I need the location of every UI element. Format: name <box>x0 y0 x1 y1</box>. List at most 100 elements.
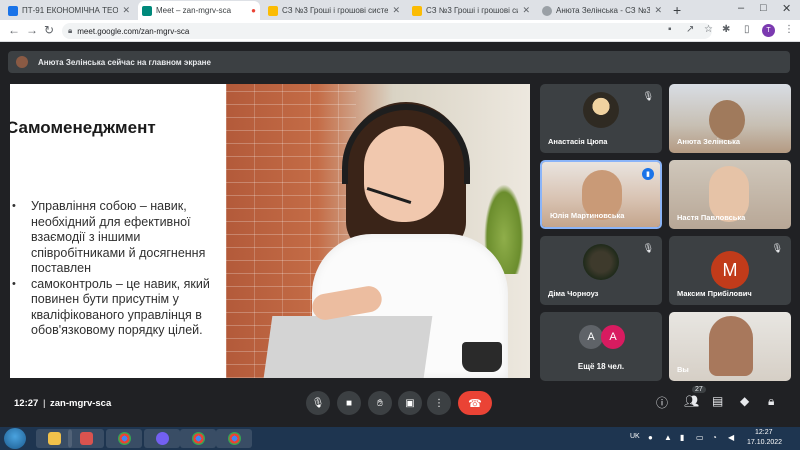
slides-favicon-icon <box>268 5 278 16</box>
participant-tile[interactable]: Настя Павловська <box>669 160 791 229</box>
network-icon[interactable]: ▮ <box>680 433 684 442</box>
meeting-divider: | <box>43 398 46 409</box>
battery-icon[interactable]: ▭ <box>696 433 704 442</box>
meeting-details-icon[interactable]: ⓘ <box>656 394 668 411</box>
profile-avatar[interactable]: T <box>762 24 775 37</box>
tray-app-icon[interactable]: ● <box>648 433 653 442</box>
taskbar-item[interactable] <box>106 429 142 448</box>
browser-toolbar: ← → ↻ 🔒︎ meet.google.com/zan-mgrv-sca ▪ … <box>0 20 800 42</box>
clock-date[interactable]: 17.10.2022 <box>747 439 782 446</box>
presented-slide: Самоменеджмент Управління собою – навик,… <box>10 84 530 378</box>
end-call-button[interactable]: ☎︎ <box>458 391 492 415</box>
participant-name: Діма Чорноуз <box>548 289 599 298</box>
participant-tile[interactable]: M 🎙︎ Максим Прибілович <box>669 236 791 305</box>
side-panel-icon[interactable]: ▯ <box>744 24 750 35</box>
chrome-icon <box>191 432 205 445</box>
close-icon[interactable]: ✕ <box>522 5 530 16</box>
forward-arrow-icon[interactable]: → <box>26 23 38 37</box>
headset <box>342 104 470 184</box>
taskbar-item[interactable] <box>180 429 216 448</box>
close-window-icon[interactable]: ✕ <box>782 2 791 15</box>
people-icon[interactable]: 👥︎ <box>684 394 699 408</box>
kebab-menu-icon[interactable]: ⋮ <box>784 24 794 35</box>
avatar: A <box>601 325 625 349</box>
participant-tile[interactable]: 🎙︎ Анастасія Цюпа <box>540 84 662 153</box>
maximize-icon[interactable]: □ <box>760 2 767 14</box>
show-hidden-icons-icon[interactable]: ▲ <box>664 433 672 442</box>
mic-off-icon: 🎙︎ <box>642 91 654 101</box>
more-options-button[interactable]: ⋮ <box>427 391 451 415</box>
start-button[interactable] <box>4 428 26 449</box>
taskbar-item[interactable] <box>36 429 72 448</box>
volume-icon[interactable]: ◀ <box>728 433 734 442</box>
slide-bullet: самоконтроль – це навик, який повинен бу… <box>10 277 224 339</box>
participant-name: Настя Павловська <box>677 213 746 222</box>
back-arrow-icon[interactable]: ← <box>8 23 20 37</box>
browser-tab[interactable]: ПТ-91 ЕКОНОМІЧНА ТЕОРІЯ ✕ <box>4 1 134 20</box>
windows-taskbar: UK ● ▲ ▮ ▭ ◔ ◀ 12:27 17.10.2022 <box>0 427 800 450</box>
mic-toggle-button[interactable]: 🎙︎ <box>306 391 330 415</box>
chrome-icon <box>227 432 241 445</box>
meeting-code: zan-mgrv-sca <box>50 398 112 409</box>
taskbar-item[interactable] <box>144 429 180 448</box>
close-icon[interactable]: ✕ <box>654 5 662 16</box>
reload-icon[interactable]: ↻ <box>44 23 54 37</box>
avatar: A <box>579 325 603 349</box>
self-view-tile[interactable]: Вы <box>669 312 791 381</box>
chrome-icon <box>117 432 131 445</box>
new-tab-icon[interactable]: + <box>673 2 681 18</box>
presenting-text: Анюта Зелінська сейчас на главном экране <box>38 57 211 67</box>
lock-icon: 🔒︎ <box>68 26 73 35</box>
tab-title: Meet – zan-mgrv-sca <box>156 6 232 15</box>
address-bar[interactable]: 🔒︎ meet.google.com/zan-mgrv-sca <box>62 23 712 39</box>
participant-photo <box>709 100 745 140</box>
viber-icon <box>155 432 169 445</box>
tab-title: Анюта Зелінська - СЗ №3 Ре <box>556 6 651 15</box>
camera-toggle-button[interactable]: ■ <box>337 391 361 415</box>
avatar: M <box>711 251 749 289</box>
wifi-icon[interactable]: ◔ <box>712 433 717 442</box>
share-icon[interactable]: ↗ <box>686 24 694 35</box>
present-screen-button[interactable]: ▣ <box>398 391 422 415</box>
mic-off-icon: 🎙︎ <box>771 243 783 253</box>
camera-permission-icon[interactable]: ▪ <box>668 24 672 35</box>
tab-title: СЗ №3 Гроші і грошові систе <box>426 6 519 15</box>
taskbar-item[interactable] <box>68 429 104 448</box>
coffee-cup <box>462 342 502 372</box>
clock-time[interactable]: 12:27 <box>755 429 773 436</box>
chat-icon[interactable]: ▤ <box>712 394 723 408</box>
browser-tab[interactable]: СЗ №3 Гроші і грошові систе ✕ <box>408 1 534 20</box>
language-indicator[interactable]: UK <box>630 433 640 440</box>
close-icon[interactable]: ✕ <box>122 5 130 16</box>
close-icon[interactable]: ✕ <box>392 5 400 16</box>
raise-hand-button[interactable]: ✋︎ <box>368 391 392 415</box>
recording-dot-icon: ● <box>251 6 256 15</box>
slide-bullets: Управління собою – навик, необхідний для… <box>10 199 224 339</box>
browser-tab[interactable]: СЗ №3 Гроші і грошові систе ✕ <box>264 1 404 20</box>
browser-tab-active[interactable]: Meet – zan-mgrv-sca ● <box>138 1 260 20</box>
extensions-icon[interactable]: ✱ <box>722 24 730 35</box>
tab-title: СЗ №3 Гроші і грошові систе <box>282 6 389 15</box>
taskbar-item[interactable] <box>216 429 252 448</box>
self-photo <box>709 316 753 376</box>
participant-name: Анастасія Цюпа <box>548 137 608 146</box>
host-controls-icon[interactable]: 🔒︎ <box>768 394 774 409</box>
star-icon[interactable]: ☆ <box>704 24 713 35</box>
speaking-indicator-icon: ▮ <box>642 168 654 180</box>
more-participants-tile[interactable]: A A Ещё 18 чел. <box>540 312 662 381</box>
browser-tab[interactable]: Анюта Зелінська - СЗ №3 Ре ✕ <box>538 1 666 20</box>
participant-tile-speaking[interactable]: ▮ Юлія Мартиновська <box>540 160 662 229</box>
meet-stage: Анюта Зелінська сейчас на главном экране… <box>0 43 800 420</box>
slide-bullet: Управління собою – навик, необхідний для… <box>10 199 224 277</box>
tab-title: ПТ-91 ЕКОНОМІЧНА ТЕОРІЯ <box>22 6 119 15</box>
participant-photo <box>583 244 619 280</box>
classroom-favicon-icon <box>8 5 18 16</box>
browser-tab-strip: ПТ-91 ЕКОНОМІЧНА ТЕОРІЯ ✕ Meet – zan-mgr… <box>0 0 800 20</box>
activities-icon[interactable]: ◆ <box>740 394 749 408</box>
participant-tile[interactable]: Анюта Зелінська <box>669 84 791 153</box>
slide-title: Самоменеджмент <box>10 118 156 137</box>
presenting-banner: Анюта Зелінська сейчас на главном экране <box>8 51 790 73</box>
participant-tile[interactable]: 🎙︎ Діма Чорноуз <box>540 236 662 305</box>
minimize-icon[interactable]: – <box>738 2 744 14</box>
participant-name: Юлія Мартиновська <box>550 211 625 220</box>
